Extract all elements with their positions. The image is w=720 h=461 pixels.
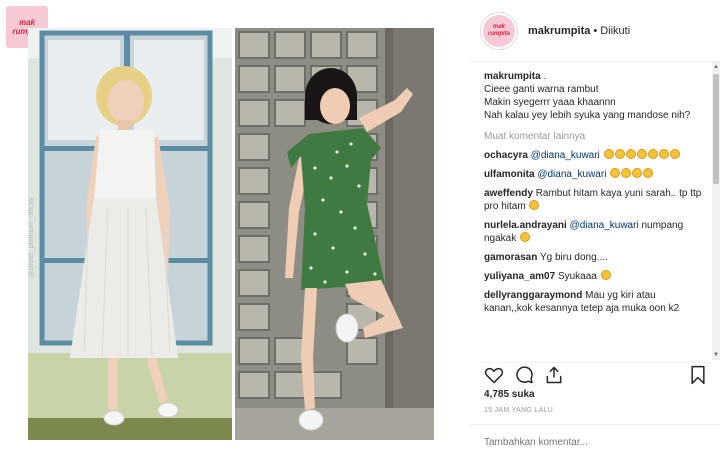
- laughing-emoji-icon: [600, 270, 611, 280]
- laughing-emoji-icon: [603, 149, 614, 159]
- laughing-emoji-icon: [610, 168, 621, 178]
- share-icon[interactable]: [544, 365, 564, 385]
- scroll-down-arrow-icon[interactable]: ▼: [713, 352, 719, 358]
- caption-suffix: .: [543, 71, 547, 82]
- heart-icon[interactable]: [484, 365, 504, 385]
- comment-username[interactable]: ochacyra: [484, 150, 528, 161]
- comment-row: aweffendy Rambut hitam kaya yuni sarah..…: [484, 187, 706, 213]
- comment-row: yuliyana_am07 Syukaaa: [484, 270, 706, 283]
- laughing-emoji-icon: [658, 149, 669, 159]
- comment-row: nurlela.andrayani @diana_kuwari numpang …: [484, 219, 706, 245]
- header-separator: •: [593, 24, 598, 37]
- header-username[interactable]: makrumpita: [528, 25, 590, 37]
- laughing-emoji-icon: [636, 149, 647, 159]
- photo-right-illustration: [235, 28, 434, 440]
- watermark-text: @shoes_premium_official: [28, 197, 35, 278]
- caption-line: Cieee ganti warna rambut: [484, 84, 599, 95]
- laughing-emoji-icon: [643, 168, 654, 178]
- laughing-emoji-icon: [632, 168, 643, 178]
- scroll-up-arrow-icon[interactable]: ▲: [713, 64, 719, 70]
- comment-mention-link[interactable]: @diana_kuwari: [531, 150, 600, 161]
- post-timestamp[interactable]: 15 JAM YANG LALU: [484, 407, 553, 414]
- caption: makrumpita . Cieee ganti warna rambut Ma…: [484, 70, 706, 122]
- caption-line: Nah kalau yey lebih syuka yang mandose n…: [484, 110, 691, 121]
- avatar-logo: mak rumpita: [483, 14, 515, 47]
- comment-row: ulfamonita @diana_kuwari: [484, 168, 706, 181]
- scroll-thumb[interactable]: [713, 74, 719, 184]
- action-bar: [482, 362, 710, 385]
- comment-row: ochacyra @diana_kuwari: [484, 149, 706, 162]
- laughing-emoji-icon: [625, 149, 636, 159]
- comment-username[interactable]: ulfamonita: [484, 169, 535, 180]
- comment-row: dellyranggaraymond Mau yg kiri atau kana…: [484, 289, 706, 315]
- comment-username[interactable]: aweffendy: [484, 188, 533, 199]
- bookmark-icon[interactable]: [688, 365, 708, 385]
- follow-status-button[interactable]: Diikuti: [600, 25, 630, 37]
- comment-text: Yg biru dong....: [539, 252, 608, 263]
- post-header: mak rumpita makrumpita • Diikuti: [470, 0, 720, 62]
- post-sidebar: mak rumpita makrumpita • Diikuti makrump…: [470, 0, 720, 461]
- comment-username[interactable]: nurlela.andrayani: [484, 220, 567, 231]
- laughing-emoji-icon: [614, 149, 625, 159]
- comments-scrollbar[interactable]: ▲ ▼: [712, 62, 720, 360]
- comment-icon[interactable]: [514, 365, 534, 385]
- laughing-emoji-icon: [529, 200, 540, 210]
- comment-row: gamorasan Yg biru dong....: [484, 251, 706, 264]
- laughing-emoji-icon: [621, 168, 632, 178]
- photo-left-illustration: [28, 28, 232, 440]
- post-image[interactable]: mak rumpita @shoes_premium_official: [0, 0, 470, 461]
- caption-line: Makin syegerrr yaaa khaannn: [484, 97, 616, 108]
- comment-username[interactable]: dellyranggaraymond: [484, 290, 582, 301]
- laughing-emoji-icon: [647, 149, 658, 159]
- comment-mention-link[interactable]: @diana_kuwari: [537, 169, 606, 180]
- photo-right-green-dress: [235, 28, 434, 440]
- comment-username[interactable]: gamorasan: [484, 252, 537, 263]
- load-more-comments-button[interactable]: Muat komentar lainnya: [484, 130, 706, 143]
- add-comment-bar: [470, 424, 720, 461]
- comment-mention-link[interactable]: @diana_kuwari: [570, 220, 639, 231]
- laughing-emoji-icon: [669, 149, 680, 159]
- comment-text: Syukaaa: [557, 271, 597, 282]
- header-text: makrumpita • Diikuti: [528, 25, 630, 37]
- caption-header: makrumpita .: [484, 70, 706, 83]
- likes-count[interactable]: 4,785 suka: [484, 389, 535, 400]
- comments-list: makrumpita . Cieee ganti warna rambut Ma…: [484, 70, 706, 352]
- photo-left-white-dress: @shoes_premium_official: [28, 28, 232, 440]
- add-comment-input[interactable]: [484, 437, 704, 448]
- avatar[interactable]: mak rumpita: [480, 11, 518, 50]
- laughing-emoji-icon: [520, 232, 531, 242]
- comment-username[interactable]: yuliyana_am07: [484, 271, 555, 282]
- caption-username[interactable]: makrumpita: [484, 71, 541, 82]
